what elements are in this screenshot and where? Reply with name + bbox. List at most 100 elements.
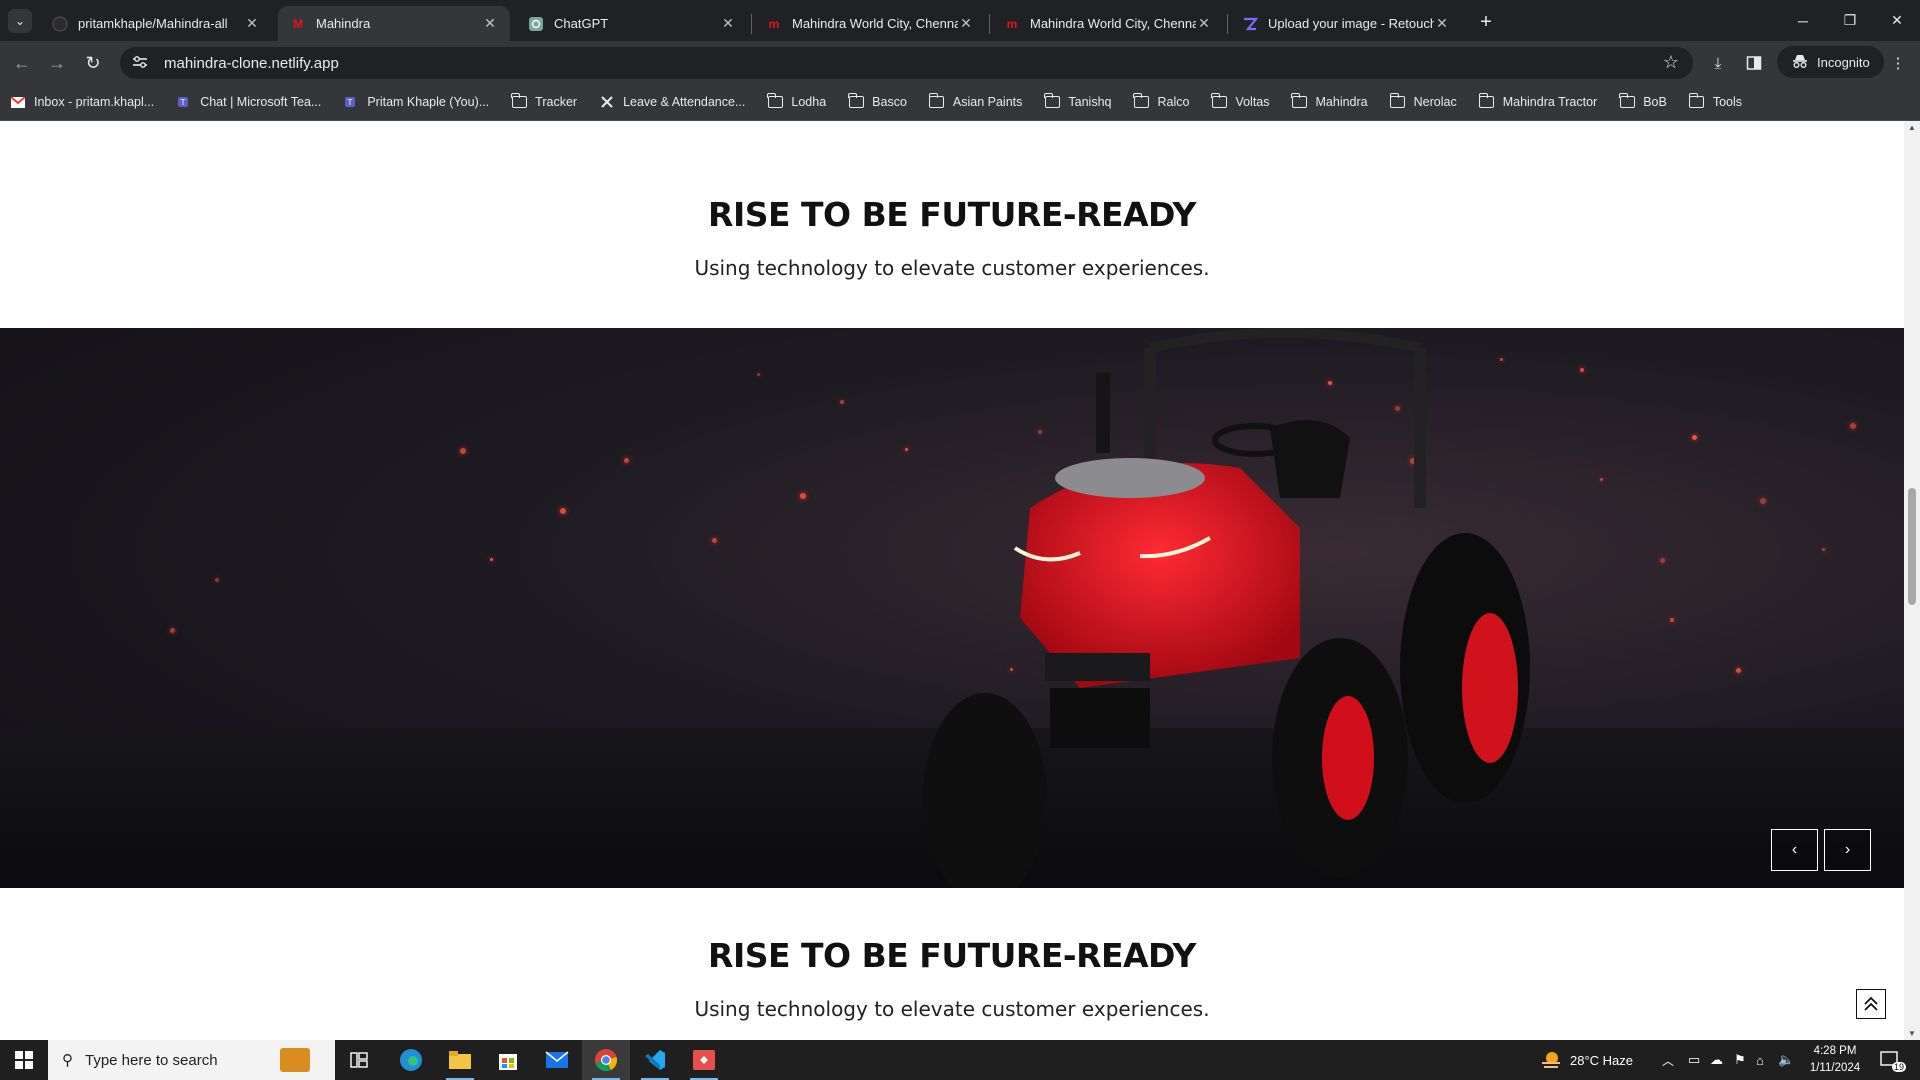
minimize-icon[interactable]: ─ — [1780, 0, 1826, 41]
bookmark-item[interactable]: Ralco — [1133, 93, 1189, 109]
tab-3[interactable]: m Mahindra World City, Chennai s ✕ — [754, 6, 986, 41]
bookmark-label: Basco — [872, 95, 907, 109]
meet-now-icon[interactable]: ▭ — [1688, 1040, 1700, 1080]
notification-center-button[interactable]: 19 — [1880, 1040, 1907, 1080]
bookmark-item[interactable]: Tanishq — [1044, 93, 1111, 109]
network-icon[interactable]: ⌂ — [1756, 1040, 1764, 1080]
bookmark-item[interactable]: Inbox - pritam.khapl... — [10, 95, 154, 109]
teams-icon: T — [343, 95, 359, 109]
mahindra-world-city-icon: m — [768, 16, 780, 31]
tab-1[interactable]: M Mahindra ✕ — [278, 6, 510, 41]
bookmark-item[interactable]: Lodha — [767, 93, 826, 109]
tab-title: Mahindra World City, Chennai s — [1030, 16, 1196, 31]
tab-4[interactable]: m Mahindra World City, Chennai s ✕ — [992, 6, 1224, 41]
bookmark-label: Inbox - pritam.khapl... — [34, 95, 155, 109]
folder-icon — [1619, 93, 1635, 109]
tab-5[interactable]: Upload your image - Retoucher ✕ — [1230, 6, 1462, 41]
bookmark-label: Voltas — [1235, 95, 1270, 109]
kebab-menu-icon[interactable]: ⋮ — [1886, 51, 1910, 75]
carousel-next-button[interactable]: › — [1824, 829, 1871, 871]
bookmark-item[interactable]: Asian Paints — [928, 93, 1022, 109]
tab-strip: ⌄ pritamkhaple/Mahindra-all ✕ M Mahindra… — [0, 0, 1920, 41]
site-settings-icon[interactable] — [132, 55, 152, 72]
scroll-to-top-button[interactable] — [1856, 989, 1886, 1019]
page-scrollbar[interactable]: ▲ ▼ — [1904, 121, 1920, 1040]
bookmark-item[interactable]: Tracker — [511, 93, 578, 109]
git-app-icon[interactable] — [680, 1040, 728, 1080]
teams-icon: T — [176, 95, 192, 109]
bookmark-item[interactable]: Tools — [1688, 93, 1743, 109]
scroll-down-arrow-icon[interactable]: ▼ — [1904, 1029, 1920, 1038]
tractor-image — [923, 328, 1530, 888]
side-panel-icon[interactable] — [1742, 51, 1766, 75]
close-tab-icon[interactable]: ✕ — [1434, 15, 1450, 32]
download-icon[interactable]: ⤓ — [1706, 51, 1730, 75]
page-viewport: RISE TO BE FUTURE-READY Using technology… — [0, 121, 1920, 1040]
clock-time: 4:28 PM — [1813, 1045, 1857, 1057]
tab-separator — [751, 14, 752, 34]
forward-arrow-icon[interactable]: → — [43, 49, 71, 77]
bookmark-label: Nerolac — [1413, 95, 1457, 109]
bookmark-label: Mahindra — [1315, 95, 1368, 109]
section-subheading: Using technology to elevate customer exp… — [694, 997, 1210, 1021]
back-arrow-icon[interactable]: ← — [8, 49, 36, 77]
bookmark-label: Mahindra Tractor — [1502, 95, 1598, 109]
close-window-icon[interactable]: ✕ — [1874, 0, 1920, 41]
bookmark-item[interactable]: Mahindra — [1291, 93, 1368, 109]
mail-icon[interactable] — [533, 1040, 581, 1080]
close-tab-icon[interactable]: ✕ — [244, 15, 260, 32]
chrome-icon[interactable] — [582, 1040, 630, 1080]
folder-icon — [928, 93, 945, 109]
taskbar-search-box[interactable]: ⚲ Type here to search — [48, 1040, 335, 1080]
show-hidden-icons-chevron-icon[interactable]: ︿ — [1662, 1040, 1674, 1080]
bookmark-item[interactable]: Mahindra Tractor — [1478, 93, 1598, 109]
bookmark-label: Chat | Microsoft Tea... — [200, 95, 322, 109]
taskbar-clock[interactable]: 4:28 PM 1/11/2024 — [1800, 1043, 1870, 1077]
address-bar[interactable]: mahindra-clone.netlify.app ☆ — [120, 47, 1693, 79]
double-chevron-up-icon — [1864, 996, 1878, 1011]
security-icon[interactable]: ⚑ — [1734, 1040, 1746, 1080]
bookmark-label: Pritam Khaple (You)... — [367, 95, 490, 109]
tab-2[interactable]: ChatGPT ✕ — [516, 6, 748, 41]
close-tab-icon[interactable]: ✕ — [1196, 15, 1212, 32]
tab-search-dropdown-icon[interactable]: ⌄ — [8, 9, 32, 33]
bookmark-item[interactable]: T Pritam Khaple (You)... — [343, 95, 489, 109]
incognito-badge[interactable]: Incognito — [1777, 46, 1884, 78]
microsoft-store-icon[interactable] — [484, 1040, 532, 1080]
close-tab-icon[interactable]: ✕ — [482, 15, 498, 32]
bookmark-item[interactable]: Leave & Attendance... — [599, 95, 745, 109]
onedrive-cloud-icon[interactable]: ☁ — [1710, 1040, 1723, 1080]
tab-separator — [1227, 14, 1228, 34]
restore-icon[interactable]: ❐ — [1827, 0, 1873, 41]
scroll-up-arrow-icon[interactable]: ▲ — [1904, 123, 1920, 132]
vscode-icon[interactable] — [631, 1040, 679, 1080]
edge-browser-icon[interactable] — [387, 1040, 435, 1080]
bookmark-star-icon[interactable]: ☆ — [1663, 52, 1679, 73]
briefcase-icon — [280, 1048, 310, 1072]
new-tab-icon[interactable]: + — [1472, 8, 1500, 36]
url-text: mahindra-clone.netlify.app — [164, 54, 339, 72]
carousel-prev-button[interactable]: ‹ — [1771, 829, 1818, 871]
task-view-icon[interactable] — [335, 1040, 383, 1080]
file-explorer-icon[interactable] — [436, 1040, 484, 1080]
bookmark-item[interactable]: Voltas — [1211, 93, 1270, 109]
folder-icon — [1389, 93, 1406, 109]
close-tab-icon[interactable]: ✕ — [958, 15, 974, 32]
close-tab-icon[interactable]: ✕ — [720, 15, 736, 32]
bookmark-label: Tools — [1712, 95, 1743, 109]
scrollbar-thumb[interactable] — [1908, 488, 1916, 605]
hero-carousel: ‹ › — [0, 328, 1904, 888]
bookmark-label: Tracker — [535, 95, 578, 109]
windows-start-button[interactable] — [0, 1040, 48, 1080]
tab-0[interactable]: pritamkhaple/Mahindra-all ✕ — [40, 6, 272, 41]
bookmark-item[interactable]: T Chat | Microsoft Tea... — [176, 95, 321, 109]
windows-logo-icon — [15, 1051, 33, 1069]
incognito-label: Incognito — [1817, 54, 1870, 70]
volume-icon[interactable]: 🔈 — [1778, 1040, 1794, 1080]
reload-icon[interactable]: ↻ — [79, 49, 107, 77]
bookmark-item[interactable]: Basco — [848, 93, 907, 109]
bookmarks-bar: Inbox - pritam.khapl... T Chat | Microsoft… — [0, 84, 1920, 121]
bookmark-item[interactable]: Nerolac — [1389, 93, 1457, 109]
bookmark-item[interactable]: BoB — [1619, 93, 1667, 109]
weather-widget[interactable]: 28°C Haze — [1540, 1040, 1633, 1080]
